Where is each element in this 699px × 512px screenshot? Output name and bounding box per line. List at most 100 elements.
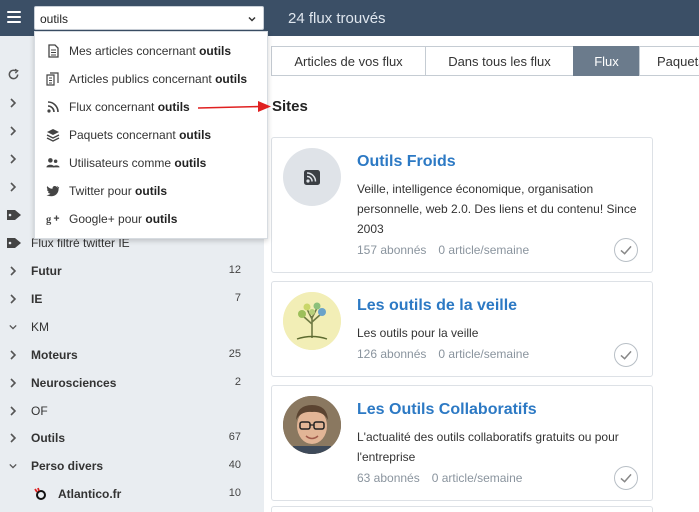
sidebar-item-count: 25 (228, 348, 241, 360)
chevron-right-icon[interactable] (9, 266, 17, 276)
chevron-down-icon[interactable] (9, 322, 17, 332)
chevron-right-icon[interactable] (9, 98, 17, 108)
sidebar-item-label: Futur (31, 264, 62, 278)
sidebar-item-count: 12 (228, 264, 241, 276)
twitter-icon (46, 185, 60, 197)
feed-title[interactable]: Outils Froids (357, 153, 456, 171)
suggestion-prefix: Mes articles concernant (69, 44, 200, 58)
sidebar-item-label: IE (31, 292, 43, 306)
article-rate: 0 article/semaine (438, 243, 530, 257)
suggestion-twitter[interactable]: Twitter pour outils (35, 178, 267, 204)
suggestion-public-articles[interactable]: Articles publics concernant outils (35, 66, 267, 92)
results-count: 24 flux trouvés (288, 10, 386, 27)
suggestion-google-plus[interactable]: g Google+ pour outils (35, 206, 267, 232)
tab-dans-tous-les-flux[interactable]: Dans tous les flux (425, 46, 574, 76)
feed-title[interactable]: Les outils de la veille (357, 297, 517, 315)
person-photo (283, 396, 341, 454)
sidebar-item-count: 10 (228, 487, 241, 499)
sidebar-item-outils[interactable]: Outils 67 (0, 427, 264, 451)
chevron-right-icon[interactable] (9, 433, 17, 443)
tab-articles-de-vos-flux[interactable]: Articles de vos flux (271, 46, 426, 76)
chevron-down-icon[interactable] (9, 461, 17, 471)
sidebar-item-perso-divers[interactable]: Perso divers 40 (0, 455, 264, 479)
suggestion-prefix: Utilisateurs comme (69, 156, 175, 170)
sidebar-item-label: Perso divers (31, 459, 104, 473)
suggestion-term: outils (157, 100, 190, 114)
suggestion-term: outils (174, 156, 207, 170)
sidebar-item-ie[interactable]: IE 7 (0, 288, 264, 312)
suggestion-packages[interactable]: Paquets concernant outils (35, 122, 267, 148)
sidebar-item-neurosciences[interactable]: Neurosciences 2 (0, 372, 264, 396)
suggestion-my-articles[interactable]: Mes articles concernant outils (35, 38, 267, 64)
feed-title[interactable]: Les Outils Collaboratifs (357, 401, 537, 419)
sidebar-item-label: Moteurs (31, 348, 78, 362)
feed-description: Les outils pour la veille (357, 326, 479, 340)
tag-icon (7, 210, 21, 220)
feed-meta: 157 abonnés 0 article/semaine (357, 243, 529, 257)
chevron-right-icon[interactable] (9, 126, 17, 136)
feed-meta: 126 abonnés 0 article/semaine (357, 347, 529, 361)
sidebar-item-label: Atlantico.fr (58, 487, 122, 501)
sidebar-item-moteurs[interactable]: Moteurs 25 (0, 344, 264, 368)
sidebar-item-of[interactable]: OF (0, 400, 264, 424)
section-title: Sites (272, 98, 308, 115)
atlantico-favicon-icon (34, 487, 46, 500)
sidebar-item-label: OF (31, 404, 48, 418)
layers-icon (46, 129, 60, 142)
suggestion-users[interactable]: Utilisateurs comme outils (35, 150, 267, 176)
search-box[interactable] (34, 6, 264, 30)
tag-icon (7, 238, 21, 248)
google-plus-icon: g (46, 215, 60, 226)
sidebar-item-label: Outils (31, 431, 66, 445)
suggestion-prefix: Twitter pour (69, 184, 136, 198)
refresh-icon[interactable] (7, 68, 20, 81)
subscriber-count: 63 abonnés (357, 471, 420, 485)
subscriber-count: 126 abonnés (357, 347, 427, 361)
feed-card-partial[interactable] (271, 506, 653, 512)
tab-flux[interactable]: Flux (573, 46, 640, 76)
chevron-right-icon[interactable] (9, 154, 17, 164)
chevron-right-icon[interactable] (9, 350, 17, 360)
documents-icon (46, 72, 59, 86)
suggestion-prefix: Paquets concernant (69, 128, 180, 142)
suggestion-term: outils (179, 128, 212, 142)
svg-text:g: g (46, 215, 52, 226)
chevron-right-icon[interactable] (9, 378, 17, 388)
document-icon (48, 44, 59, 58)
search-suggestions-dropdown: Mes articles concernant outils Articles … (34, 31, 268, 239)
sidebar-item-count: 40 (228, 459, 241, 471)
feed-card[interactable]: Les Outils Collaboratifs L'actualité des… (271, 385, 653, 501)
tree-logo (283, 292, 341, 350)
article-rate: 0 article/semaine (431, 471, 523, 485)
subscribe-check-icon[interactable] (614, 466, 638, 490)
subscribe-check-icon[interactable] (614, 343, 638, 367)
rss-avatar-icon (283, 148, 341, 206)
users-icon (46, 158, 60, 168)
feed-description: L'actualité des outils collaboratifs gra… (357, 430, 619, 464)
sidebar-item-count: 67 (228, 431, 241, 443)
subscribe-check-icon[interactable] (614, 238, 638, 262)
chevron-right-icon[interactable] (9, 406, 17, 416)
feed-card[interactable]: Outils Froids Veille, intelligence écono… (271, 137, 653, 273)
feed-card[interactable]: Les outils de la veille Les outils pour … (271, 281, 653, 377)
hamburger-menu-icon[interactable] (7, 11, 21, 23)
sidebar-item-km[interactable]: KM (0, 316, 264, 340)
annotation-arrow-icon (197, 101, 271, 112)
suggestion-prefix: Google+ pour (69, 212, 146, 226)
sidebar-item-atlantico[interactable]: Atlantico.fr 10 (0, 483, 264, 507)
sidebar-item-label: KM (31, 320, 49, 334)
tab-bar: Articles de vos flux Dans tous les flux … (271, 46, 699, 76)
tab-paquets[interactable]: Paquets (639, 46, 699, 76)
feed-description: Veille, intelligence économique, organis… (357, 182, 637, 236)
sidebar-item-label: Neurosciences (31, 376, 117, 390)
sidebar-item-futur[interactable]: Futur 12 (0, 260, 264, 284)
subscriber-count: 157 abonnés (357, 243, 427, 257)
main-content: Articles de vos flux Dans tous les flux … (264, 36, 699, 512)
chevron-down-icon[interactable] (248, 15, 256, 23)
chevron-right-icon[interactable] (9, 182, 17, 192)
suggestion-term: outils (215, 72, 248, 86)
search-input[interactable] (40, 10, 240, 27)
chevron-right-icon[interactable] (9, 294, 17, 304)
article-rate: 0 article/semaine (438, 347, 530, 361)
feed-meta: 63 abonnés 0 article/semaine (357, 471, 522, 485)
